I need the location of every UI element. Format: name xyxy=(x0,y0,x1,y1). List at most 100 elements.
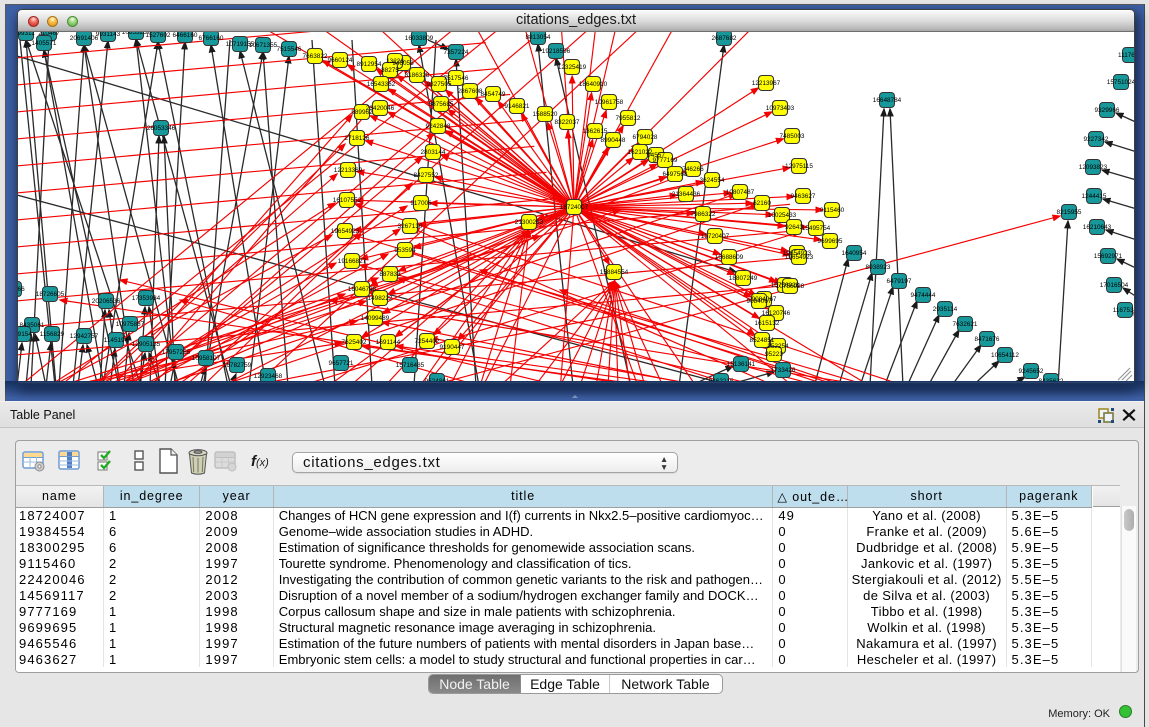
svg-text:20206536: 20206536 xyxy=(92,298,121,305)
svg-text:18807249: 18807249 xyxy=(729,275,758,282)
svg-text:1640954: 1640954 xyxy=(842,250,867,257)
svg-text:15751024: 15751024 xyxy=(1107,79,1134,86)
svg-text:8454749: 8454749 xyxy=(481,91,506,98)
svg-text:887833: 887833 xyxy=(379,271,401,278)
svg-text:26053346: 26053346 xyxy=(147,125,176,132)
svg-text:1362615: 1362615 xyxy=(583,128,608,135)
svg-text:15136141: 15136141 xyxy=(727,361,756,368)
svg-text:19218596: 19218596 xyxy=(542,48,571,55)
svg-text:1527602: 1527602 xyxy=(146,32,171,39)
svg-text:9227342: 9227342 xyxy=(1084,136,1109,143)
svg-text:19654923: 19654923 xyxy=(331,228,360,235)
svg-text:1156829: 1156829 xyxy=(40,331,65,338)
svg-text:12213967: 12213967 xyxy=(752,80,781,87)
svg-text:2867608: 2867608 xyxy=(458,88,483,95)
svg-text:62160: 62160 xyxy=(753,200,771,207)
svg-text:210467: 210467 xyxy=(38,32,60,37)
svg-text:1117625: 1117625 xyxy=(1118,52,1134,59)
svg-text:3624554: 3624554 xyxy=(700,177,725,184)
svg-text:917006: 917006 xyxy=(410,200,432,207)
svg-text:16033809: 16033809 xyxy=(405,35,434,42)
svg-text:92643: 92643 xyxy=(785,224,803,231)
svg-text:14099489: 14099489 xyxy=(361,315,390,322)
svg-text:8427552: 8427552 xyxy=(414,172,439,179)
svg-text:10807487: 10807487 xyxy=(726,189,755,196)
svg-text:8215955: 8215955 xyxy=(1057,209,1082,216)
svg-text:3875685: 3875685 xyxy=(429,101,454,108)
svg-text:10973493: 10973493 xyxy=(766,105,795,112)
svg-text:7517546: 7517546 xyxy=(444,75,469,82)
svg-text:9474444: 9474444 xyxy=(911,292,936,299)
svg-text:16210643: 16210643 xyxy=(1083,224,1112,231)
svg-text:9777169: 9777169 xyxy=(653,157,678,164)
svg-text:7955812: 7955812 xyxy=(616,115,641,122)
svg-text:7625402: 7625402 xyxy=(342,339,367,346)
svg-text:15720407: 15720407 xyxy=(701,233,730,240)
svg-text:1691144: 1691144 xyxy=(376,339,401,346)
svg-text:10688609: 10688609 xyxy=(715,254,744,261)
svg-text:15716485: 15716485 xyxy=(396,362,425,369)
svg-text:8938923: 8938923 xyxy=(866,264,891,271)
svg-text:6466160: 6466160 xyxy=(173,32,198,39)
svg-text:989962: 989962 xyxy=(351,109,373,116)
svg-text:2718126: 2718126 xyxy=(345,135,370,142)
svg-text:15495754: 15495754 xyxy=(802,225,831,232)
svg-text:2935114: 2935114 xyxy=(933,306,958,313)
svg-text:21364436: 21364436 xyxy=(672,191,701,198)
svg-text:16648784: 16648784 xyxy=(873,97,902,104)
svg-text:12325419: 12325419 xyxy=(558,64,587,71)
svg-text:9329966: 9329966 xyxy=(1095,107,1120,114)
svg-text:10025433: 10025433 xyxy=(768,212,797,219)
svg-text:8990448: 8990448 xyxy=(601,137,626,144)
svg-text:7663822: 7663822 xyxy=(303,53,328,60)
svg-text:2803144: 2803144 xyxy=(421,149,446,156)
svg-text:16107552: 16107552 xyxy=(333,197,362,204)
svg-text:15692971: 15692971 xyxy=(1094,253,1123,260)
svg-text:95223: 95223 xyxy=(765,351,783,358)
svg-text:19166827: 19166827 xyxy=(338,258,367,265)
svg-text:18726605: 18726605 xyxy=(36,291,65,298)
svg-text:7986322: 7986322 xyxy=(691,211,716,218)
svg-text:1405571: 1405571 xyxy=(32,40,57,47)
svg-text:1498222: 1498222 xyxy=(368,295,393,302)
svg-text:9699695: 9699695 xyxy=(818,238,843,245)
svg-text:6766160: 6766160 xyxy=(199,35,224,42)
svg-text:17957255: 17957255 xyxy=(162,349,191,356)
svg-text:9463627: 9463627 xyxy=(791,193,816,200)
svg-text:16046798: 16046798 xyxy=(348,286,377,293)
svg-text:12905135: 12905135 xyxy=(132,341,161,348)
svg-text:12923468: 12923468 xyxy=(254,373,283,380)
svg-text:17016504: 17016504 xyxy=(1100,282,1129,289)
svg-text:212266: 212266 xyxy=(18,286,25,293)
svg-text:8435061: 8435061 xyxy=(20,322,45,329)
svg-text:12942757: 12942757 xyxy=(70,333,99,340)
svg-text:1244415: 1244415 xyxy=(1082,193,1107,200)
svg-text:16120746: 16120746 xyxy=(762,310,791,317)
svg-text:7632621: 7632621 xyxy=(953,321,978,328)
svg-text:1167534: 1167534 xyxy=(1113,307,1134,314)
svg-text:18724007: 18724007 xyxy=(560,204,589,211)
svg-text:20691406: 20691406 xyxy=(70,35,99,42)
svg-text:2687682: 2687682 xyxy=(712,35,737,42)
svg-text:7515546: 7515546 xyxy=(277,46,302,53)
svg-text:9115460: 9115460 xyxy=(820,207,845,214)
svg-text:6479197: 6479197 xyxy=(887,278,912,285)
svg-text:9327505: 9327505 xyxy=(427,81,452,88)
svg-text:12975115: 12975115 xyxy=(785,163,813,170)
svg-text:15884554: 15884554 xyxy=(600,269,629,276)
svg-text:9931143: 9931143 xyxy=(96,32,121,38)
svg-text:10756928: 10756928 xyxy=(776,283,805,290)
svg-text:1733426: 1733426 xyxy=(771,367,796,374)
svg-text:21300263: 21300263 xyxy=(515,219,544,226)
svg-text:7485003: 7485003 xyxy=(780,133,805,140)
svg-text:9657721: 9657721 xyxy=(329,360,354,367)
svg-text:3267130: 3267130 xyxy=(398,223,423,230)
svg-text:9190447: 9190447 xyxy=(440,344,465,351)
svg-text:953594: 953594 xyxy=(394,247,416,254)
svg-text:8813054: 8813054 xyxy=(526,34,551,41)
svg-text:6794028: 6794028 xyxy=(633,134,658,141)
svg-text:8322037: 8322037 xyxy=(555,119,580,126)
svg-text:13226: 13226 xyxy=(386,58,404,65)
svg-text:10671355: 10671355 xyxy=(249,42,278,49)
svg-text:10975887: 10975887 xyxy=(116,321,145,328)
